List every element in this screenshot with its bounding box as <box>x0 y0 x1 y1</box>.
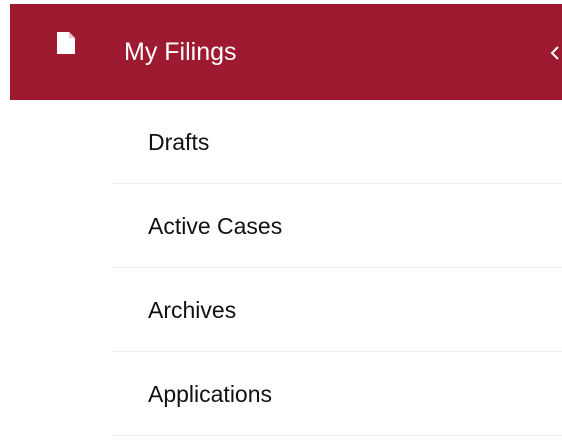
chevron-left-icon[interactable] <box>549 44 562 62</box>
menu-item-active-cases[interactable]: Active Cases <box>10 184 562 268</box>
menu-item-archives[interactable]: Archives <box>10 268 562 352</box>
menu-item-drafts[interactable]: Drafts <box>10 100 562 184</box>
menu-item-label: Archives <box>148 297 237 323</box>
menu-header-label: My Filings <box>124 38 237 66</box>
file-icon <box>57 32 75 54</box>
divider <box>113 435 562 436</box>
menu-item-applications[interactable]: Applications <box>10 352 562 436</box>
sidebar-menu: My Filings Drafts Active Cases Archives … <box>0 0 562 444</box>
menu-item-label: Applications <box>148 381 273 407</box>
menu-item-label: Drafts <box>148 129 210 155</box>
menu-item-label: Active Cases <box>148 213 283 239</box>
my-filings-menu-header[interactable]: My Filings <box>10 4 562 100</box>
